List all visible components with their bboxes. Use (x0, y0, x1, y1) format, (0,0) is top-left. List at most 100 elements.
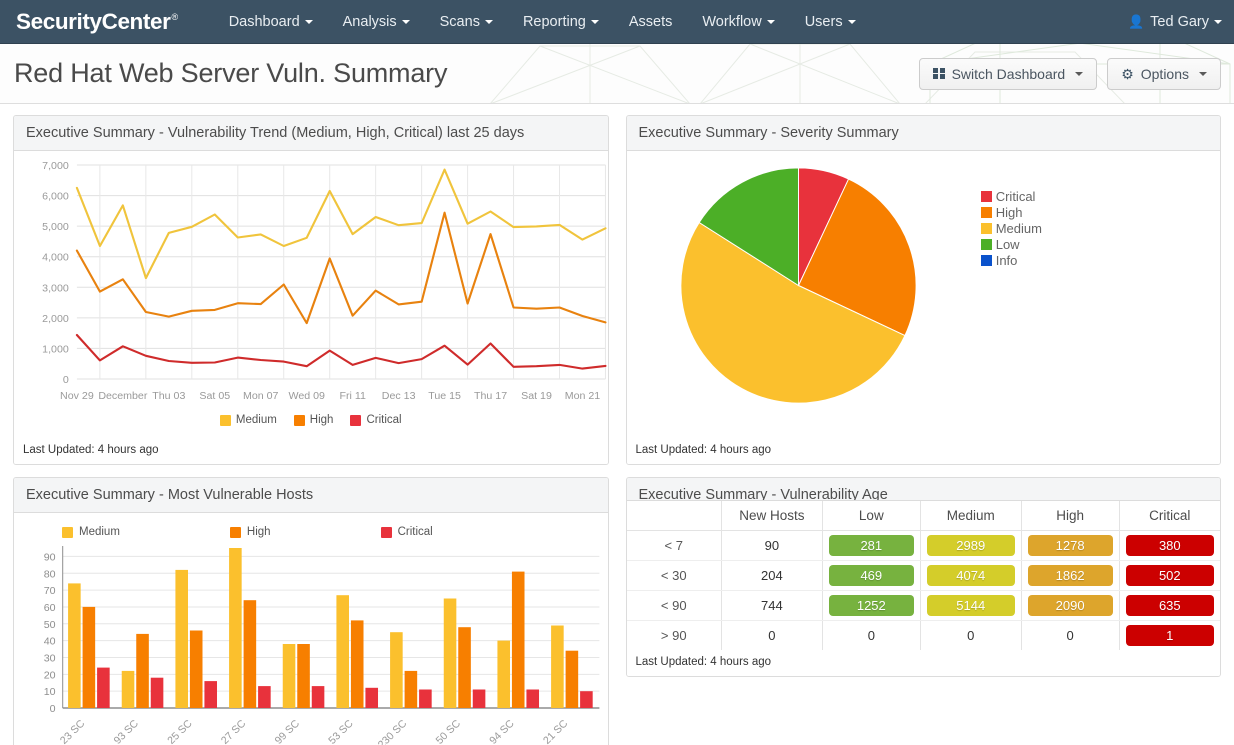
svg-text:Nov 29: Nov 29 (60, 390, 94, 402)
hosts-chart-body: Medium High Critical 0 10 20 30 40 50 60 70 80 90… (14, 513, 608, 745)
chevron-down-icon (1214, 19, 1222, 24)
severity-chip-critical[interactable]: 1 (1125, 625, 1214, 646)
cell-critical[interactable]: 380 (1118, 530, 1220, 561)
severity-chip-low[interactable]: 469 (828, 565, 914, 586)
chevron-down-icon (1075, 71, 1084, 76)
nav-label: Reporting (522, 13, 586, 30)
cell-high[interactable]: 1278 (1020, 530, 1120, 561)
legend-item-medium[interactable]: Medium (62, 526, 120, 538)
line-chart[interactable]: 0 1,000 2,000 3,000 4,000 5,000 6,000 7,000 Nov … (14, 151, 608, 419)
chevron-down-icon (484, 19, 493, 24)
cell-medium[interactable]: 5144 (919, 590, 1022, 621)
bar-chart-legend: Medium High Critical (14, 513, 608, 542)
main-nav: Dashboard Analysis Scans Reporting Asset… (214, 0, 871, 44)
table-row: < 30 204 469 4074 1862 502 (626, 560, 1220, 591)
legend-swatch-medium (980, 223, 992, 234)
chevron-down-icon (1199, 71, 1207, 76)
svg-text:20: 20 (44, 669, 56, 681)
svg-text:50: 50 (44, 619, 56, 631)
legend-item-high[interactable]: High (229, 526, 271, 538)
cell-high[interactable]: 1862 (1020, 560, 1120, 591)
nav-item-dashboard[interactable]: Dashboard (214, 0, 328, 44)
nav-item-analysis[interactable]: Analysis (328, 0, 425, 44)
legend-label: Medium (995, 221, 1042, 236)
brand-text: SecurityCenter (16, 8, 171, 34)
svg-text:2,000: 2,000 (42, 313, 69, 325)
top-navbar: SecurityCenter® Dashboard Analysis Scans… (0, 0, 1234, 44)
svg-text:70: 70 (44, 585, 56, 597)
nav-item-workflow[interactable]: Workflow (687, 0, 789, 44)
nav-label: Scans (439, 13, 480, 30)
severity-chip-medium[interactable]: 5144 (926, 595, 1015, 616)
severity-last-updated: Last Updated: 4 hours ago (626, 438, 1220, 464)
cell-critical[interactable]: 502 (1118, 560, 1220, 591)
svg-text:Dec 13: Dec 13 (382, 390, 416, 402)
age-last-updated: Last Updated: 4 hours ago (626, 650, 1220, 676)
nav-item-assets[interactable]: Assets (614, 0, 688, 44)
severity-chip-high[interactable]: 1278 (1027, 535, 1113, 556)
severity-chip-low[interactable]: 1252 (828, 595, 914, 616)
app-logo[interactable]: SecurityCenter® (16, 9, 178, 35)
svg-text:21 SC: 21 SC (541, 717, 571, 745)
pie-chart-svg (680, 167, 917, 404)
cell-medium[interactable]: 2989 (919, 530, 1022, 561)
col-age (626, 501, 722, 531)
nav-label: Dashboard (228, 13, 300, 30)
severity-chip-critical[interactable]: 635 (1125, 595, 1214, 616)
severity-chip-high[interactable]: 2090 (1027, 595, 1113, 616)
col-new-hosts: New Hosts (720, 501, 823, 531)
cell-critical[interactable]: 635 (1118, 590, 1220, 621)
bar-chart[interactable]: 0 10 20 30 40 50 60 70 80 90 23 SC 93 SC 25 SC 27 SC 9… (14, 542, 608, 745)
legend-label: High (995, 205, 1023, 220)
page-titlebar: Red Hat Web Server Vuln. Summary Switch … (0, 44, 1234, 104)
options-button[interactable]: ⚙ Options (1107, 57, 1221, 90)
col-low: Low (821, 501, 921, 531)
severity-chip-critical[interactable]: 380 (1125, 535, 1214, 556)
panel-title-severity: Executive Summary - Severity Summary (626, 116, 1220, 151)
titlebar-actions: Switch Dashboard ⚙ Options (919, 57, 1221, 90)
svg-text:94 SC: 94 SC (487, 717, 517, 745)
table-row: > 90 0 0 0 0 1 (627, 620, 1220, 650)
pie-legend-item-medium[interactable]: Medium (980, 221, 1220, 236)
cell-low[interactable]: 469 (821, 560, 921, 591)
severity-chip-medium[interactable]: 4074 (926, 565, 1015, 586)
nav-label: Workflow (702, 13, 762, 30)
user-name: Ted Gary (1150, 13, 1209, 30)
legend-swatch-critical (380, 526, 392, 538)
svg-text:0: 0 (63, 374, 69, 386)
svg-text:Sat 19: Sat 19 (521, 390, 552, 402)
legend-swatch-info (980, 255, 992, 266)
options-label: Options (1140, 65, 1189, 82)
panel-vulnerability-trend: Executive Summary - Vulnerability Trend … (13, 115, 609, 465)
svg-text:40: 40 (44, 636, 56, 648)
svg-text:5,000: 5,000 (42, 221, 69, 233)
svg-text:3,000: 3,000 (42, 282, 69, 294)
cell-new-hosts: 0 (720, 620, 823, 650)
cell-medium[interactable]: 4074 (919, 560, 1022, 591)
svg-text:Tue 15: Tue 15 (428, 390, 461, 402)
nav-item-scans[interactable]: Scans (425, 0, 508, 44)
pie-legend-item-low[interactable]: Low (980, 237, 1220, 252)
svg-text:4,000: 4,000 (42, 252, 69, 264)
cell-high[interactable]: 2090 (1020, 590, 1120, 621)
severity-chip-high[interactable]: 1862 (1027, 565, 1113, 586)
cell-critical[interactable]: 1 (1118, 620, 1220, 650)
severity-chip-critical[interactable]: 502 (1125, 565, 1214, 586)
switch-dashboard-button[interactable]: Switch Dashboard (919, 57, 1098, 90)
nav-item-users[interactable]: Users (790, 0, 871, 44)
severity-chip-low[interactable]: 281 (828, 535, 914, 556)
vulnerability-age-table: New Hosts Low Medium High Critical < 7 90… (626, 501, 1220, 650)
cell-low[interactable]: 281 (821, 530, 921, 561)
pie-legend-item-high[interactable]: High (980, 205, 1220, 220)
user-menu[interactable]: 👤 Ted Gary (1128, 0, 1222, 44)
pie-legend-item-critical[interactable]: Critical (980, 189, 1220, 204)
cell-low[interactable]: 1252 (821, 590, 921, 621)
severity-chip-medium[interactable]: 2989 (926, 535, 1015, 556)
pie-holder[interactable] (627, 151, 971, 408)
nav-item-reporting[interactable]: Reporting (508, 0, 614, 44)
svg-text:10: 10 (44, 686, 56, 698)
legend-item-critical[interactable]: Critical (380, 526, 433, 538)
pie-legend-item-info[interactable]: Info (980, 253, 1220, 268)
legend-label: Info (995, 253, 1018, 268)
panel-title-hosts: Executive Summary - Most Vulnerable Host… (14, 478, 608, 513)
